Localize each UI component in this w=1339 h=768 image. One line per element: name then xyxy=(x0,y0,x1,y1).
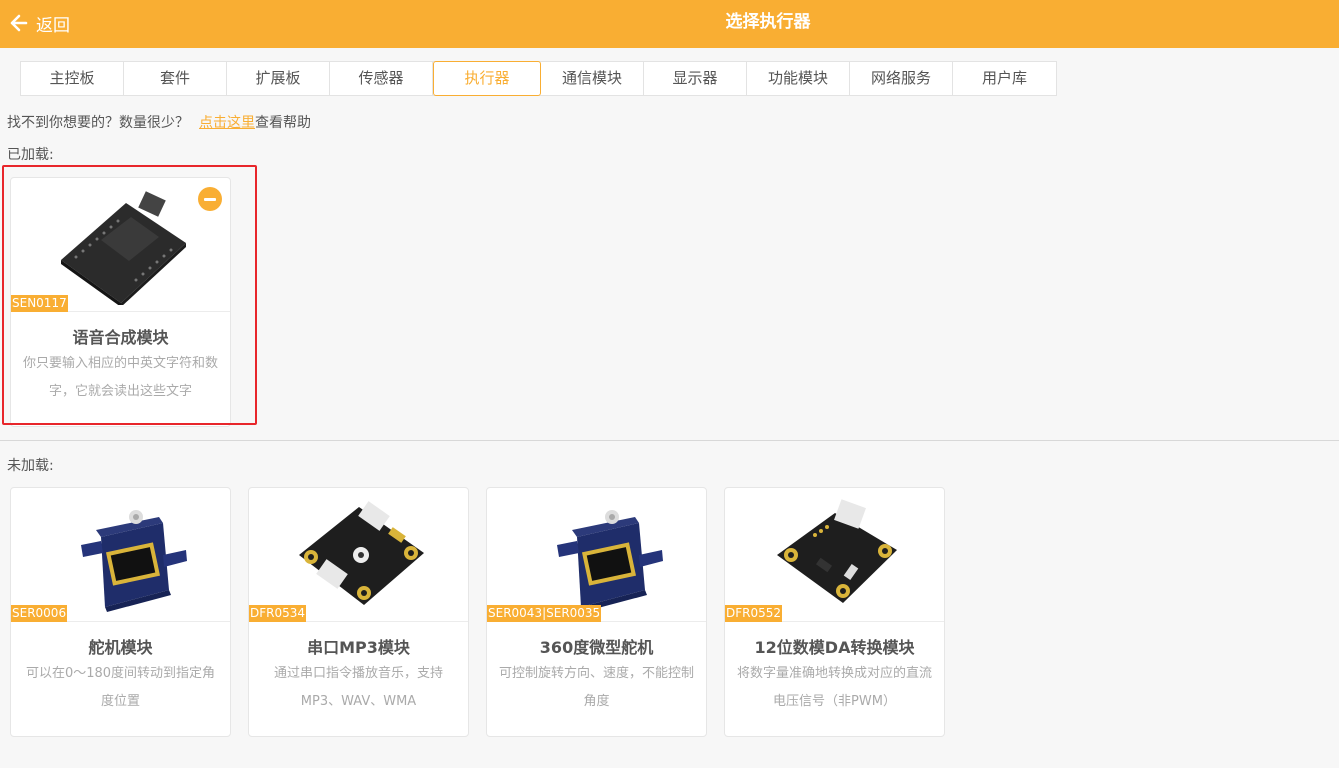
top-bar: 返回 选择执行器 xyxy=(0,0,1339,48)
card-360-micro-servo[interactable]: SER0043|SER0035 360度微型舵机 可控制旋转方向、速度，不能控制… xyxy=(486,487,707,737)
help-prefix: 找不到你想要的？数量很少？ xyxy=(7,115,189,131)
card-image xyxy=(11,488,230,622)
card-12bit-dac-module[interactable]: DFR0552 12位数模DA转换模块 将数字量准确地转换成对应的直流电压信号（… xyxy=(724,487,945,737)
card-title: 360度微型舵机 xyxy=(539,638,654,657)
card-servo-module[interactable]: SER0006 舵机模块 可以在0～180度间转动到指定角度位置 xyxy=(10,487,231,737)
remove-icon[interactable] xyxy=(198,187,222,211)
arrow-left-icon xyxy=(10,14,28,32)
tab-communication[interactable]: 通信模块 xyxy=(541,62,644,95)
section-divider xyxy=(0,440,1339,441)
help-suffix: 查看帮助 xyxy=(255,115,311,131)
back-label: 返回 xyxy=(36,15,70,36)
loaded-section-label: 已加载: xyxy=(7,147,54,163)
card-image xyxy=(725,488,944,622)
tab-network-services[interactable]: 网络服务 xyxy=(850,62,953,95)
back-button[interactable]: 返回 xyxy=(10,10,70,36)
card-description: 将数字量准确地转换成对应的直流电压信号（非PWM） xyxy=(736,666,932,709)
tab-user-library[interactable]: 用户库 xyxy=(953,62,1056,95)
help-line: 找不到你想要的？数量很少？ 点击这里查看帮助 xyxy=(7,112,311,132)
unloaded-section-label: 未加载: xyxy=(7,458,54,474)
sku-badge: SER0006 xyxy=(11,605,68,622)
card-title: 12位数模DA转换模块 xyxy=(754,638,915,657)
sku-badge: DFR0552 xyxy=(725,605,783,622)
tab-kits[interactable]: 套件 xyxy=(124,62,227,95)
tab-sensors[interactable]: 传感器 xyxy=(330,62,433,95)
category-tabs: 主控板 套件 扩展板 传感器 执行器 通信模块 显示器 功能模块 网络服务 用户… xyxy=(20,61,1057,96)
card-description: 可控制旋转方向、速度，不能控制角度 xyxy=(498,666,694,709)
speech-synth-board-icon xyxy=(60,190,186,305)
card-title: 串口MP3模块 xyxy=(307,638,410,657)
tab-display[interactable]: 显示器 xyxy=(644,62,747,95)
card-title: 舵机模块 xyxy=(88,638,153,657)
page-title: 选择执行器 xyxy=(725,12,811,32)
card-serial-mp3-module[interactable]: DFR0534 串口MP3模块 通过串口指令播放音乐，支持MP3、WAV、WMA xyxy=(248,487,469,737)
sku-badge: SER0043|SER0035 xyxy=(487,605,602,622)
help-link[interactable]: 点击这里 xyxy=(199,115,255,131)
card-image xyxy=(487,488,706,622)
card-description: 你只要输入相应的中英文字符和数字，它就会读出这些文字 xyxy=(22,356,218,399)
card-title: 语音合成模块 xyxy=(72,328,169,347)
tab-main-board[interactable]: 主控板 xyxy=(21,62,124,95)
tab-actuators[interactable]: 执行器 xyxy=(433,61,541,96)
servo-icon xyxy=(556,509,663,612)
card-image xyxy=(249,488,468,622)
dac-module-icon xyxy=(776,498,897,603)
tab-function-modules[interactable]: 功能模块 xyxy=(747,62,850,95)
loaded-card-speech-synth[interactable]: SEN0117 语音合成模块 你只要输入相应的中英文字符和数字，它就会读出这些文… xyxy=(10,177,231,427)
servo-icon xyxy=(80,509,187,612)
tab-expansion-board[interactable]: 扩展板 xyxy=(227,62,330,95)
mp3-module-icon xyxy=(298,500,424,605)
sku-badge: SEN0117 xyxy=(11,295,68,312)
card-description: 可以在0～180度间转动到指定角度位置 xyxy=(25,666,216,709)
card-description: 通过串口指令播放音乐，支持MP3、WAV、WMA xyxy=(273,666,443,709)
sku-badge: DFR0534 xyxy=(249,605,307,622)
